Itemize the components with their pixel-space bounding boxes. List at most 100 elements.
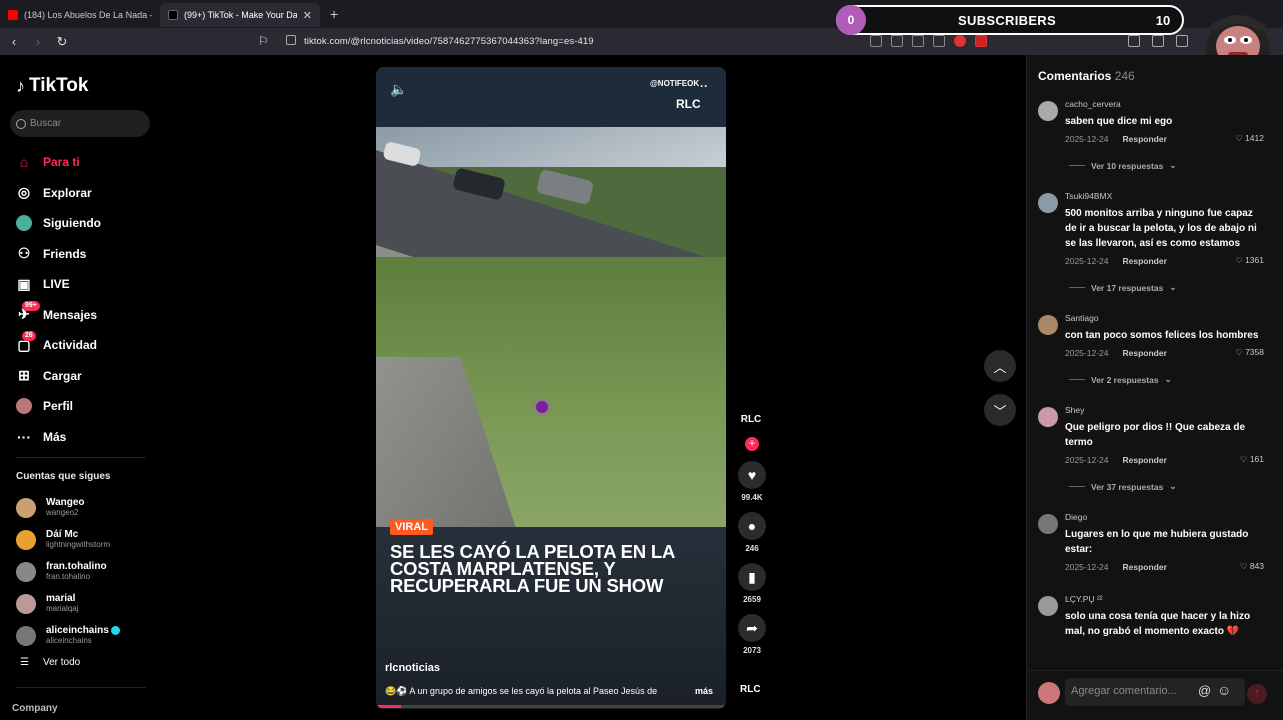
video-author[interactable]: rlcnoticias [385, 662, 440, 674]
nav-item-siguiendo[interactable]: Siguiendo [16, 208, 156, 239]
like-action[interactable]: ♥ 99.4K [736, 461, 768, 502]
triangle-extension-icon[interactable] [975, 35, 987, 47]
nav-item-mas[interactable]: ··· Más [16, 422, 156, 453]
comment-action[interactable]: ● 246 [736, 512, 768, 553]
comment-user[interactable]: ĿÇY.PŲ ²² [1065, 594, 1264, 604]
nav-item-mensajes[interactable]: ✈ 99+ Mensajes [16, 300, 156, 331]
new-tab-button[interactable]: + [330, 6, 338, 22]
music-disc[interactable]: RLC [740, 684, 761, 695]
subscriber-counter: 0 SUBSCRIBERS 10 [836, 5, 1184, 35]
url-field[interactable]: tiktok.com/@rlcnoticias/video/7587462775… [304, 36, 594, 47]
view-replies-button[interactable]: Ver 17 respuestas ⌄ [1065, 282, 1264, 293]
following-account[interactable]: fran.tohalino fran.tohalino [16, 556, 156, 588]
nav-item-cargar[interactable]: ⊞ Cargar [16, 361, 156, 392]
comments-list[interactable]: cacho_cervera saben que dice mi ego 2025… [1027, 95, 1283, 665]
video-progress[interactable] [376, 705, 726, 708]
comment-like-count: 1361 [1245, 255, 1264, 265]
back-icon[interactable]: ‹ [4, 34, 24, 49]
reply-button[interactable]: Responder [1122, 348, 1166, 358]
comment-like-button[interactable]: ♡ 7358 [1235, 347, 1264, 358]
search-placeholder: Buscar [30, 118, 62, 129]
creator-avatar[interactable]: RLC [736, 414, 766, 436]
company-link[interactable]: Company [12, 703, 58, 714]
share-icon[interactable] [933, 35, 945, 47]
site-info-icon[interactable] [286, 35, 296, 45]
sidebar-toggle-icon[interactable] [1176, 35, 1188, 47]
avatar[interactable] [1038, 514, 1058, 534]
shield-extension-icon[interactable] [954, 35, 966, 47]
comment-like-button[interactable]: ♡ 161 [1240, 454, 1264, 465]
comment-user[interactable]: Diego [1065, 512, 1264, 522]
comment-like-button[interactable]: ♡ 843 [1240, 561, 1264, 572]
volume-icon[interactable]: 🔈 [390, 81, 407, 98]
view-replies-button[interactable]: Ver 10 respuestas ⌄ [1065, 160, 1264, 171]
heart-outline-icon: ♡ [1239, 561, 1248, 571]
video-player[interactable]: 🔈 @NOTIFEOK ·· RLC VIRAL SE LES CAYÓ LA … [376, 67, 726, 709]
video-progress-fill [376, 705, 401, 708]
reply-button[interactable]: Responder [1122, 455, 1166, 465]
send-comment-button[interactable]: ↑ [1247, 684, 1267, 704]
account-name: Wangeo [46, 497, 85, 508]
following-account[interactable]: marial marialqaj [16, 588, 156, 620]
comment-user[interactable]: Shey [1065, 405, 1264, 415]
tiktok-logo[interactable]: ♪ TikTok [16, 75, 88, 97]
avatar [16, 562, 36, 582]
following-account[interactable]: aliceinchains aliceinchains [16, 620, 156, 652]
nav-item-live[interactable]: ▣ LIVE [16, 269, 156, 300]
share-count: 2073 [743, 646, 761, 655]
avatar[interactable] [1038, 101, 1058, 121]
comment-date: 2025-12-24 [1065, 454, 1109, 465]
browser-tab[interactable]: (184) Los Abuelos De La Nada – Mil [0, 3, 160, 27]
comment-like-button[interactable]: ♡ 1361 [1235, 255, 1264, 266]
see-all-label: Ver todo [42, 657, 81, 668]
description-more-button[interactable]: más [695, 686, 713, 696]
view-replies-button[interactable]: Ver 2 respuestas ⌄ [1065, 374, 1264, 385]
nav-item-para-ti[interactable]: ⌂ Para ti [16, 147, 156, 178]
avatar[interactable] [1038, 407, 1058, 427]
video-frame [376, 127, 726, 527]
search-input[interactable]: Buscar [10, 110, 150, 137]
avatar[interactable] [1038, 596, 1058, 616]
save-action[interactable]: ▮ 2659 [736, 563, 768, 604]
bookmark-icon[interactable]: ⚐ [258, 34, 269, 48]
extension-icon[interactable] [870, 35, 882, 47]
nav-item-actividad[interactable]: ▢ 26 Actividad [16, 330, 156, 361]
avatar[interactable] [1038, 193, 1058, 213]
comment-composer: Agregar comentario... @ ☺ ↑ [1027, 670, 1283, 720]
follow-plus-icon[interactable]: + [745, 437, 759, 451]
profile-icon [16, 398, 32, 415]
nav-label: Más [43, 429, 67, 444]
mention-icon[interactable]: @ [1198, 683, 1211, 698]
reader-icon[interactable] [1128, 35, 1140, 47]
nav-item-explorar[interactable]: ◎ Explorar [16, 178, 156, 209]
previous-video-button[interactable]: ︿ [984, 350, 1016, 382]
see-all-button[interactable]: ☰ Ver todo [20, 657, 80, 668]
comment-like-button[interactable]: ♡ 1412 [1235, 133, 1264, 144]
next-video-button[interactable]: ﹀ [984, 394, 1016, 426]
following-account[interactable]: Dáí Mc lightningwithstorm [16, 524, 156, 556]
share-action[interactable]: ➦ 2073 [736, 614, 768, 655]
video-options-icon[interactable]: ·· [700, 79, 708, 93]
view-replies-button[interactable]: Ver 37 respuestas ⌄ [1065, 481, 1264, 492]
reload-icon[interactable]: ↻ [52, 34, 72, 50]
avatar[interactable] [1038, 315, 1058, 335]
comment-text: solo una cosa tenía que hacer y la hizo … [1065, 611, 1251, 637]
comment-user[interactable]: Santiago [1065, 313, 1264, 323]
media-icon[interactable] [1152, 35, 1164, 47]
comment-user[interactable]: cacho_cervera [1065, 99, 1264, 109]
cast-icon[interactable] [912, 35, 924, 47]
comment-date: 2025-12-24 [1065, 133, 1109, 144]
emoji-icon[interactable]: ☺ [1217, 682, 1231, 698]
nav-item-perfil[interactable]: Perfil [16, 391, 156, 422]
comment-user[interactable]: Tsuki94BMX [1065, 191, 1264, 201]
nav-item-friends[interactable]: ⚇ Friends [16, 239, 156, 270]
reply-button[interactable]: Responder [1122, 562, 1166, 572]
reply-button[interactable]: Responder [1122, 134, 1166, 144]
browser-tab-active[interactable]: (99+) TikTok - Make Your Day ✕ [160, 3, 320, 27]
reply-button[interactable]: Responder [1122, 256, 1166, 266]
translate-icon[interactable] [891, 35, 903, 47]
forward-icon[interactable]: › [28, 34, 48, 49]
following-account[interactable]: Wangeo wangeo2 [16, 492, 156, 524]
close-tab-icon[interactable]: ✕ [303, 9, 312, 22]
comment-meta: 2025-12-24 Responder ♡ 161 [1065, 454, 1264, 465]
